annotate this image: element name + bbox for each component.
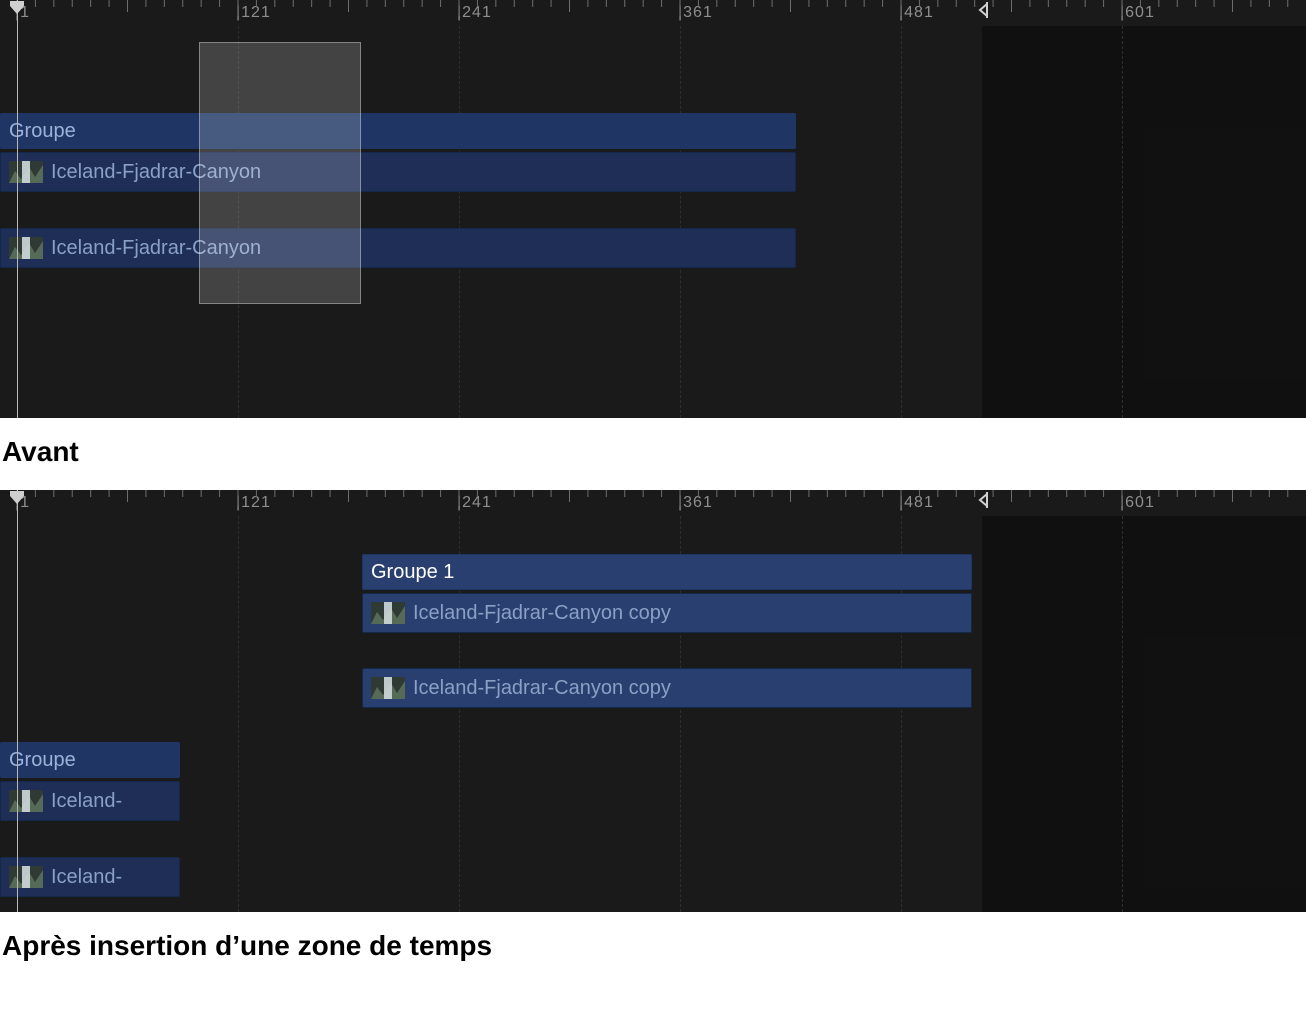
clip-thumbnail bbox=[371, 602, 405, 624]
clip-label: Iceland-Fjadrar-Canyon copy bbox=[413, 677, 671, 700]
group-label: Groupe bbox=[9, 749, 76, 772]
group-clip[interactable]: Groupe bbox=[0, 742, 180, 778]
after-end-zone bbox=[982, 26, 1306, 418]
group-label: Groupe 1 bbox=[371, 561, 454, 584]
caption-before: Avant bbox=[0, 418, 1306, 490]
clip-thumbnail bbox=[9, 161, 43, 183]
clip-label: Iceland-Fjadrar-Canyon copy bbox=[413, 602, 671, 625]
grid-line bbox=[459, 26, 460, 418]
playhead-icon[interactable] bbox=[9, 0, 25, 16]
playhead-line bbox=[17, 490, 18, 912]
time-ruler[interactable]: |1 |121 |241 |361 |481 |601 bbox=[0, 0, 1306, 26]
playhead-icon[interactable] bbox=[9, 490, 25, 506]
project-end-marker-icon[interactable] bbox=[978, 0, 988, 20]
time-ruler[interactable]: |1 |121 |241 |361 |481 |601 bbox=[0, 490, 1306, 516]
timeline-clip-selected[interactable]: Iceland-Fjadrar-Canyon copy bbox=[362, 668, 972, 708]
group-clip[interactable]: Groupe bbox=[0, 113, 796, 149]
clip-thumbnail bbox=[9, 790, 43, 812]
clip-thumbnail bbox=[9, 237, 43, 259]
timeline-clip[interactable]: Iceland- bbox=[0, 781, 180, 821]
grid-line bbox=[1122, 516, 1123, 912]
timeline-panel-after[interactable]: |1 |121 |241 |361 |481 |601 Groupe 1 Ice… bbox=[0, 490, 1306, 912]
grid-line bbox=[901, 26, 902, 418]
timeline-clip[interactable]: Iceland-Fjadrar-Canyon bbox=[0, 152, 796, 192]
caption-after: Après insertion d’une zone de temps bbox=[0, 912, 1306, 984]
timeline-clip-selected[interactable]: Iceland-Fjadrar-Canyon copy bbox=[362, 593, 972, 633]
grid-line bbox=[680, 26, 681, 418]
grid-line bbox=[1122, 26, 1123, 418]
clip-label: Iceland- bbox=[51, 790, 122, 813]
clip-label: Iceland- bbox=[51, 866, 122, 889]
timeline-clip[interactable]: Iceland-Fjadrar-Canyon bbox=[0, 228, 796, 268]
project-end-marker-icon[interactable] bbox=[978, 490, 988, 510]
grid-line bbox=[238, 516, 239, 912]
clip-thumbnail bbox=[9, 866, 43, 888]
group-clip-selected[interactable]: Groupe 1 bbox=[362, 554, 972, 590]
group-label: Groupe bbox=[9, 120, 76, 143]
playhead-line bbox=[17, 0, 18, 418]
timeline-panel-before[interactable]: |1 |121 |241 |361 |481 |601 Groupe Icela… bbox=[0, 0, 1306, 418]
timeline-clip[interactable]: Iceland- bbox=[0, 857, 180, 897]
time-range-selection[interactable] bbox=[199, 42, 361, 304]
clip-thumbnail bbox=[371, 677, 405, 699]
after-end-zone bbox=[982, 516, 1306, 912]
